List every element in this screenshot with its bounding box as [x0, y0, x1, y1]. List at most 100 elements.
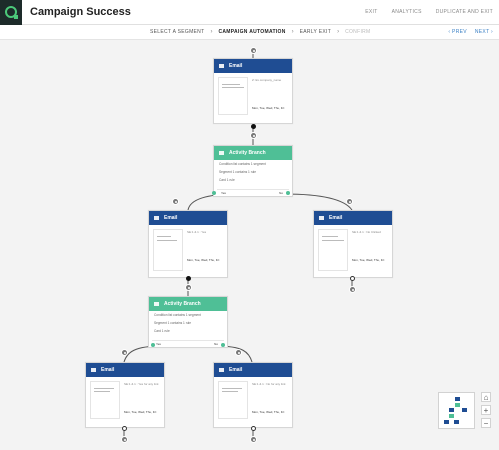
node-output-handle[interactable] [251, 426, 256, 431]
analytics-button[interactable]: ANALYTICS [392, 9, 422, 15]
add-step-button[interactable] [172, 198, 179, 205]
add-step-button[interactable] [250, 436, 257, 443]
email-thumbnail [153, 229, 183, 271]
node-title: Email [229, 367, 243, 373]
email-subject: SE:1 & 1 : Yes [187, 230, 207, 234]
email-node[interactable]: Email SE:1 & 1 : Yes for any link Mon, T… [85, 362, 165, 428]
chevron-right-icon: › [291, 29, 294, 35]
zoom-out-button[interactable]: − [481, 418, 491, 428]
branch-condition: Condition list contains 1 segment [154, 313, 201, 317]
email-subject: SE:1 & 1 : No for any link [252, 382, 286, 386]
chevron-right-icon: › [337, 29, 340, 35]
logo-icon [0, 0, 22, 25]
branch-icon [154, 302, 159, 306]
add-step-button[interactable] [250, 132, 257, 139]
top-bar: Campaign Success EXIT ANALYTICS DUPLICAT… [0, 0, 499, 25]
node-title: Email [229, 63, 243, 69]
branch-node-header: Activity Branch [149, 297, 227, 311]
send-days: Mon, Tue, Wed, Thu, Fri [252, 106, 285, 110]
page-title: Campaign Success [30, 6, 131, 18]
no-handle[interactable] [221, 343, 225, 347]
minimap-node [455, 397, 460, 401]
minimap[interactable] [438, 392, 475, 429]
branch-condition: Condition list contains 1 segment [219, 162, 266, 166]
add-step-button[interactable] [121, 349, 128, 356]
step-nav: ‹ PREV NEXT › [448, 29, 493, 35]
email-node[interactable]: Email SE:1 & 1 : Yes Mon, Tue, Wed, Thu,… [148, 210, 228, 278]
zoom-in-button[interactable]: + [481, 405, 491, 415]
email-node[interactable]: Email Z: Ex.company_name Mon, Tue, Wed, … [213, 58, 293, 124]
node-title: Activity Branch [164, 301, 201, 307]
yes-handle[interactable] [212, 191, 216, 195]
yes-label: Yes [221, 191, 226, 195]
activity-branch-node[interactable]: Activity Branch Condition list contains … [148, 296, 228, 348]
add-step-button[interactable] [349, 286, 356, 293]
email-node-header: Email [86, 363, 164, 377]
email-node-header: Email [214, 363, 292, 377]
email-node-header: Email [149, 211, 227, 225]
minimap-node [462, 408, 467, 412]
envelope-icon [219, 64, 224, 68]
fit-view-button[interactable]: ⌂ [481, 392, 491, 402]
branch-outcomes: Yes No [217, 189, 289, 195]
step-bar: SELECT A SEGMENT › CAMPAIGN AUTOMATION ›… [0, 25, 499, 40]
send-days: Mon, Tue, Wed, Thu, Fri [252, 410, 285, 414]
minimap-node [449, 414, 454, 418]
next-button[interactable]: NEXT › [475, 29, 493, 35]
node-output-handle[interactable] [186, 276, 191, 281]
email-subject: SE:1 & 1 : Yes for any link [124, 382, 159, 386]
envelope-icon [91, 368, 96, 372]
node-title: Email [164, 215, 178, 221]
step-confirm: CONFIRM [345, 29, 371, 35]
step-early-exit[interactable]: EARLY EXIT [300, 29, 331, 35]
breadcrumb: SELECT A SEGMENT › CAMPAIGN AUTOMATION ›… [150, 29, 371, 35]
email-thumbnail [318, 229, 348, 271]
node-title: Email [329, 215, 343, 221]
envelope-icon [154, 216, 159, 220]
chevron-right-icon: › [210, 29, 213, 35]
no-label: No [214, 342, 218, 346]
envelope-icon [319, 216, 324, 220]
minimap-node [444, 420, 449, 424]
email-node[interactable]: Email SE:1 & 1 : No Clicked Mon, Tue, We… [313, 210, 393, 278]
branch-icon [219, 151, 224, 155]
yes-handle[interactable] [151, 343, 155, 347]
email-thumbnail [90, 381, 120, 419]
send-days: Mon, Tue, Wed, Thu, Fri [352, 258, 385, 262]
branch-rule: Card 1 rule [219, 178, 235, 182]
duplicate-and-exit-button[interactable]: DUPLICATE AND EXIT [436, 9, 493, 15]
branch-rule: Card 1 rule [154, 329, 170, 333]
add-step-button[interactable] [346, 198, 353, 205]
no-label: No [279, 191, 283, 195]
entry-node[interactable] [250, 47, 257, 54]
email-node-header: Email [314, 211, 392, 225]
yes-label: Yes [156, 342, 161, 346]
node-output-handle[interactable] [122, 426, 127, 431]
send-days: Mon, Tue, Wed, Thu, Fri [124, 410, 157, 414]
activity-branch-node[interactable]: Activity Branch Condition list contains … [213, 145, 293, 197]
node-output-handle[interactable] [251, 124, 256, 129]
email-subject: SE:1 & 1 : No Clicked [352, 230, 381, 234]
top-actions: EXIT ANALYTICS DUPLICATE AND EXIT [365, 9, 493, 15]
envelope-icon [219, 368, 224, 372]
email-node[interactable]: Email SE:1 & 1 : No for any link Mon, Tu… [213, 362, 293, 428]
add-step-button[interactable] [235, 349, 242, 356]
prev-button[interactable]: ‹ PREV [448, 29, 466, 35]
workflow-canvas[interactable]: Email Z: Ex.company_name Mon, Tue, Wed, … [0, 40, 499, 450]
email-thumbnail [218, 77, 248, 115]
node-output-handle[interactable] [350, 276, 355, 281]
minimap-node [454, 420, 459, 424]
send-days: Mon, Tue, Wed, Thu, Fri [187, 258, 220, 262]
minimap-node [449, 408, 454, 412]
no-handle[interactable] [286, 191, 290, 195]
step-campaign-automation[interactable]: CAMPAIGN AUTOMATION [218, 29, 285, 35]
branch-outcomes: Yes No [152, 340, 224, 346]
branch-segment: Segment 1 contains 1 rule [219, 170, 257, 174]
node-title: Activity Branch [229, 150, 266, 156]
add-step-button[interactable] [185, 284, 192, 291]
exit-button[interactable]: EXIT [365, 9, 377, 15]
add-step-button[interactable] [121, 436, 128, 443]
branch-node-header: Activity Branch [214, 146, 292, 160]
step-select-segment[interactable]: SELECT A SEGMENT [150, 29, 204, 35]
node-title: Email [101, 367, 115, 373]
